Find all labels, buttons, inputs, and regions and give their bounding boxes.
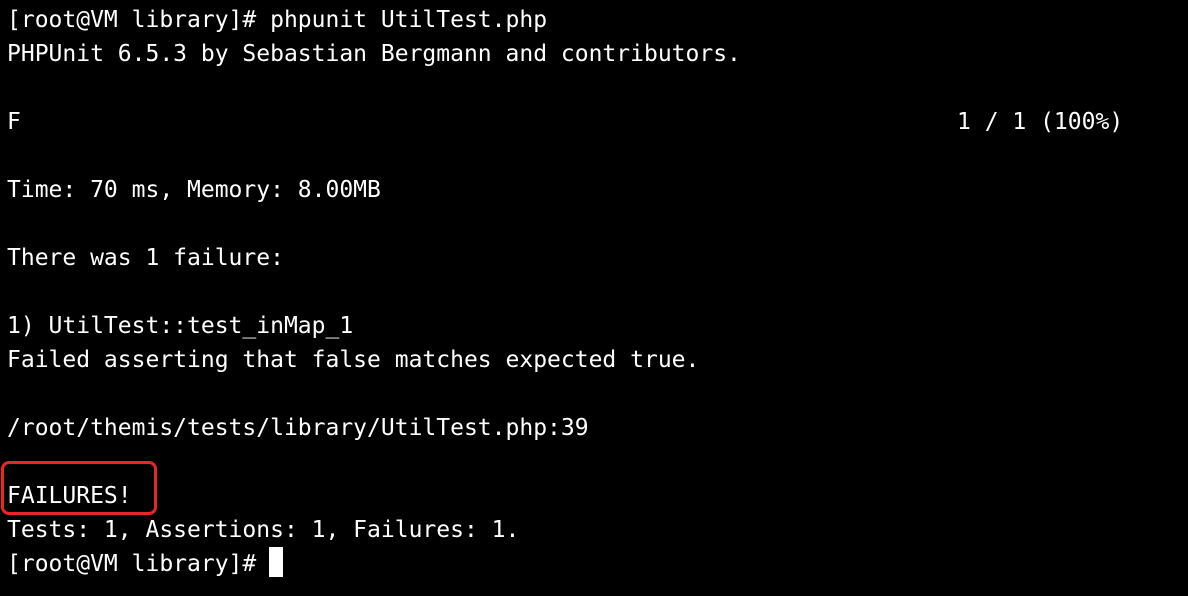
shell-prompt-line[interactable]: [root@VM library]#	[7, 547, 284, 581]
shell-prompt: [root@VM library]#	[7, 551, 257, 577]
failure-location: /root/themis/tests/library/UtilTest.php:…	[7, 415, 589, 441]
failure-test-name: 1) UtilTest::test_inMap_1	[7, 313, 354, 339]
terminal-window[interactable]: [root@VM library]# phpunit UtilTest.php …	[0, 0, 1188, 596]
cursor	[269, 547, 284, 577]
failure-header: There was 1 failure:	[7, 245, 284, 271]
progress-count: 1 / 1 (100%)	[957, 109, 1124, 135]
phpunit-version-line: PHPUnit 6.5.3 by Sebastian Bergmann and …	[7, 41, 741, 67]
test-summary: Tests: 1, Assertions: 1, Failures: 1.	[7, 517, 520, 543]
failure-message: Failed asserting that false matches expe…	[7, 347, 700, 373]
failures-highlight-box	[1, 461, 157, 515]
progress-dots: F	[7, 109, 21, 135]
time-memory-line: Time: 70 ms, Memory: 8.00MB	[7, 177, 381, 203]
command-line: [root@VM library]# phpunit UtilTest.php	[7, 7, 548, 33]
